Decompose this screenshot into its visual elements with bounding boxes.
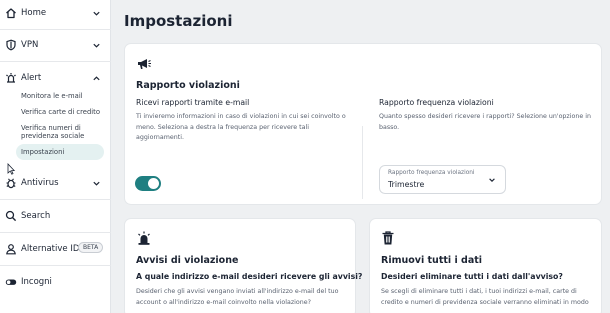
sidebar-subitem-verify-cards[interactable]: Verifica carte di credito — [21, 108, 100, 117]
breach-alerts-question: A quale indirizzo e-mail desideri riceve… — [136, 272, 363, 281]
sidebar-item-vpn[interactable]: VPN — [0, 33, 111, 57]
email-report-toggle[interactable] — [135, 176, 161, 191]
shield-icon — [4, 39, 17, 52]
email-report-description: Ti invieremo informazioni in caso di vio… — [136, 113, 346, 141]
breach-alerts-description: Desideri che gli avvisi vengano inviati … — [136, 288, 339, 306]
home-icon — [4, 7, 17, 20]
sidebar-item-label: Alert — [21, 73, 42, 83]
alert-siren-icon — [4, 72, 17, 85]
sidebar-item-alert[interactable]: Alert — [0, 66, 111, 90]
sidebar: Home VPN Alert Monitora le e-mail Verifi… — [0, 0, 111, 313]
delete-data-title: Rimuovi tutti i dati — [381, 255, 483, 266]
divider — [0, 199, 111, 200]
divider — [0, 232, 111, 233]
sidebar-item-antivirus[interactable]: Antivirus — [0, 171, 111, 195]
divider — [0, 29, 111, 30]
delete-data-question: Desideri eliminare tutti i dati dall'avv… — [381, 272, 563, 281]
siren-icon — [138, 231, 150, 245]
sidebar-item-label: Alternative ID — [21, 244, 80, 254]
sidebar-item-alternative-id[interactable]: Alternative ID BETA — [0, 237, 111, 261]
sidebar-item-label: Incogni — [21, 277, 52, 287]
sidebar-item-label: Search — [21, 211, 51, 221]
breach-alerts-title: Avvisi di violazione — [136, 255, 239, 266]
breach-report-title: Rapporto violazioni — [136, 80, 240, 91]
vertical-divider — [362, 126, 363, 199]
chevron-down-icon[interactable] — [92, 9, 101, 18]
megaphone-icon — [138, 59, 151, 69]
page-title: Impostazioni — [124, 12, 233, 30]
frequency-select-value: Trimestre — [388, 180, 425, 189]
beta-badge: BETA — [78, 242, 104, 253]
chevron-down-icon[interactable] — [92, 41, 101, 50]
sidebar-item-home[interactable]: Home — [0, 1, 111, 25]
chevron-down-icon[interactable] — [92, 179, 101, 188]
delete-data-description: Se scegli di eliminare tutti i dati, i t… — [381, 288, 589, 306]
trash-icon — [382, 231, 394, 245]
bug-icon — [4, 177, 17, 190]
search-icon — [4, 210, 17, 223]
divider — [0, 265, 111, 266]
sidebar-item-incogni[interactable]: Incogni — [0, 270, 111, 294]
person-icon — [4, 243, 17, 256]
sidebar-item-label: Antivirus — [21, 178, 59, 188]
sidebar-subitem-verify-ssn-line2[interactable]: previdenza sociale — [21, 132, 84, 141]
sidebar-item-label: VPN — [21, 40, 39, 50]
frequency-select[interactable]: Rapporto frequenza violazioni Trimestre — [379, 165, 506, 194]
sidebar-subitem-settings[interactable]: Impostazioni — [21, 148, 64, 157]
chevron-up-icon[interactable] — [92, 74, 101, 83]
incogni-toggle-icon — [4, 276, 17, 289]
sidebar-item-label: Home — [21, 8, 47, 18]
frequency-report-description: Quanto spesso desideri ricevere i rappor… — [379, 113, 591, 131]
frequency-select-label: Rapporto frequenza violazioni — [388, 170, 475, 176]
sidebar-subitem-monitor-email[interactable]: Monitora le e-mail — [21, 92, 83, 101]
sidebar-item-search[interactable]: Search — [0, 204, 111, 228]
email-report-title: Ricevi rapporti tramite e-mail — [136, 98, 250, 107]
chevron-down-icon — [489, 178, 495, 182]
toggle-knob — [148, 178, 159, 189]
divider — [0, 61, 111, 62]
frequency-report-title: Rapporto frequenza violazioni — [379, 98, 494, 107]
